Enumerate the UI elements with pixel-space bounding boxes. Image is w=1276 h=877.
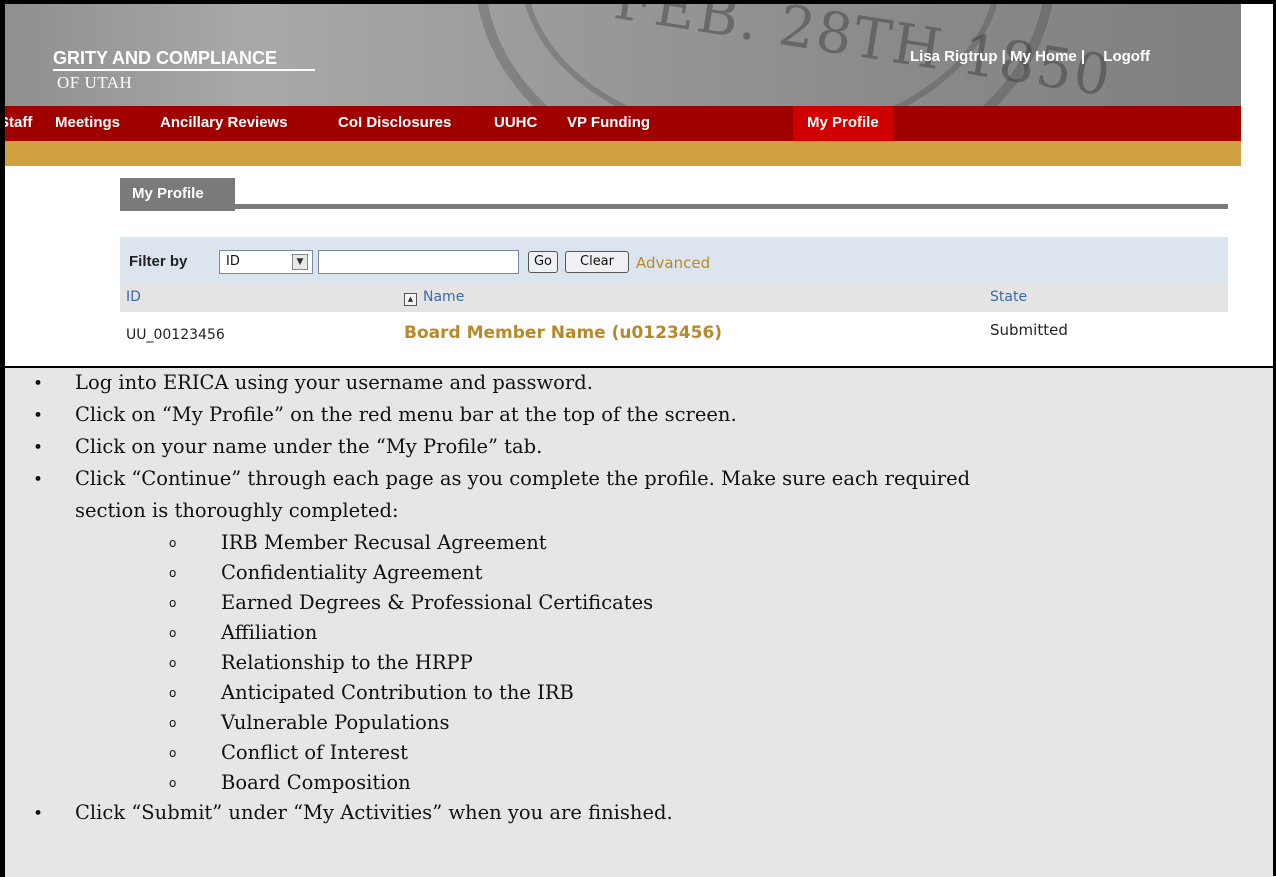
nav-item-meetings[interactable]: Meetings [55, 106, 120, 141]
section-item: Earned Degrees & Professional Certificat… [221, 591, 654, 614]
org-title-underline [53, 69, 315, 71]
step-text: Log into ERICA using your username and p… [75, 371, 593, 394]
filter-field-select[interactable]: ID ▼ [219, 250, 313, 274]
cell-name-link[interactable]: Board Member Name (u0123456) [404, 323, 722, 343]
nav-item-coi-disclosures[interactable]: CoI Disclosures [338, 106, 451, 141]
column-header-name[interactable]: ▲ Name [404, 289, 464, 306]
column-header-name-label: Name [423, 289, 465, 305]
step-text-continued: section is thoroughly completed: [75, 499, 399, 522]
nav-item-ancillary-reviews[interactable]: Ancillary Reviews [160, 106, 288, 141]
separator: | [997, 48, 1011, 65]
section-item: Conflict of Interest [221, 741, 408, 764]
sub-bullet-icon: o [169, 686, 177, 700]
clear-button[interactable]: Clear [565, 251, 629, 273]
cell-id: UU_00123456 [126, 327, 225, 343]
step-text: Click “Continue” through each page as yo… [75, 467, 971, 490]
section-item: Anticipated Contribution to the IRB [221, 681, 574, 704]
logoff-link[interactable]: Logoff [1103, 48, 1150, 65]
org-subtitle: OF UTAH [57, 73, 133, 92]
filter-bar: Filter by ID ▼ Go Clear Advanced [120, 237, 1228, 284]
table-row: UU_00123456 Board Member Name (u0123456)… [120, 312, 1228, 352]
main-nav: Staff Meetings Ancillary Reviews CoI Dis… [5, 106, 1241, 141]
advanced-link[interactable]: Advanced [636, 254, 710, 272]
bullet-icon: • [33, 406, 44, 426]
bullet-icon: • [33, 374, 44, 394]
bullet-icon: • [33, 470, 44, 490]
chevron-down-icon[interactable]: ▼ [292, 254, 308, 270]
section-item: Relationship to the HRPP [221, 651, 473, 674]
table-header: ID ▲ Name State [120, 284, 1228, 312]
section-item: Affiliation [221, 621, 318, 644]
column-header-state[interactable]: State [990, 289, 1027, 305]
section-item: Board Composition [221, 771, 411, 794]
filter-label: Filter by [129, 253, 188, 270]
filter-selected-value: ID [226, 254, 240, 269]
sub-bullet-icon: o [169, 626, 177, 640]
erica-screenshot: FEB. 28TH 1850 GRITY AND COMPLIANCE OF U… [5, 4, 1273, 366]
user-links: Lisa Rigtrup | My Home | Logoff [910, 48, 1150, 65]
nav-item-uuhc[interactable]: UUHC [494, 106, 537, 141]
sub-bullet-icon: o [169, 566, 177, 580]
sort-icon[interactable]: ▲ [404, 293, 417, 306]
org-title: GRITY AND COMPLIANCE [53, 48, 278, 68]
step-text: Click “Submit” under “My Activities” whe… [75, 801, 673, 824]
user-name: Lisa Rigtrup [910, 48, 998, 65]
sub-bullet-icon: o [169, 656, 177, 670]
sub-bullet-icon: o [169, 746, 177, 760]
step-text: Click on “My Profile” on the red menu ba… [75, 403, 737, 426]
separator: | [1076, 48, 1090, 65]
subnav-bar [5, 141, 1241, 166]
sub-bullet-icon: o [169, 536, 177, 550]
section-item: IRB Member Recusal Agreement [221, 531, 547, 554]
document-page: FEB. 28TH 1850 GRITY AND COMPLIANCE OF U… [0, 0, 1276, 877]
bullet-icon: • [33, 804, 44, 824]
nav-item-vp-funding[interactable]: VP Funding [567, 106, 650, 141]
sub-bullet-icon: o [169, 776, 177, 790]
nav-item-my-profile[interactable]: My Profile [793, 106, 893, 141]
cell-state: Submitted [990, 321, 1068, 339]
sub-bullet-icon: o [169, 596, 177, 610]
filter-input[interactable] [318, 250, 519, 274]
section-item: Confidentiality Agreement [221, 561, 483, 584]
go-button[interactable]: Go [528, 251, 558, 273]
instructions-panel: • Log into ERICA using your username and… [5, 368, 1273, 877]
tab-underline [120, 204, 1228, 209]
sub-bullet-icon: o [169, 716, 177, 730]
column-header-id[interactable]: ID [126, 289, 141, 305]
my-home-link[interactable]: My Home [1010, 48, 1077, 65]
header-banner: FEB. 28TH 1850 GRITY AND COMPLIANCE OF U… [5, 4, 1241, 106]
nav-item-staff[interactable]: Staff [5, 106, 32, 141]
section-item: Vulnerable Populations [221, 711, 450, 734]
bullet-icon: • [33, 438, 44, 458]
step-text: Click on your name under the “My Profile… [75, 435, 543, 458]
